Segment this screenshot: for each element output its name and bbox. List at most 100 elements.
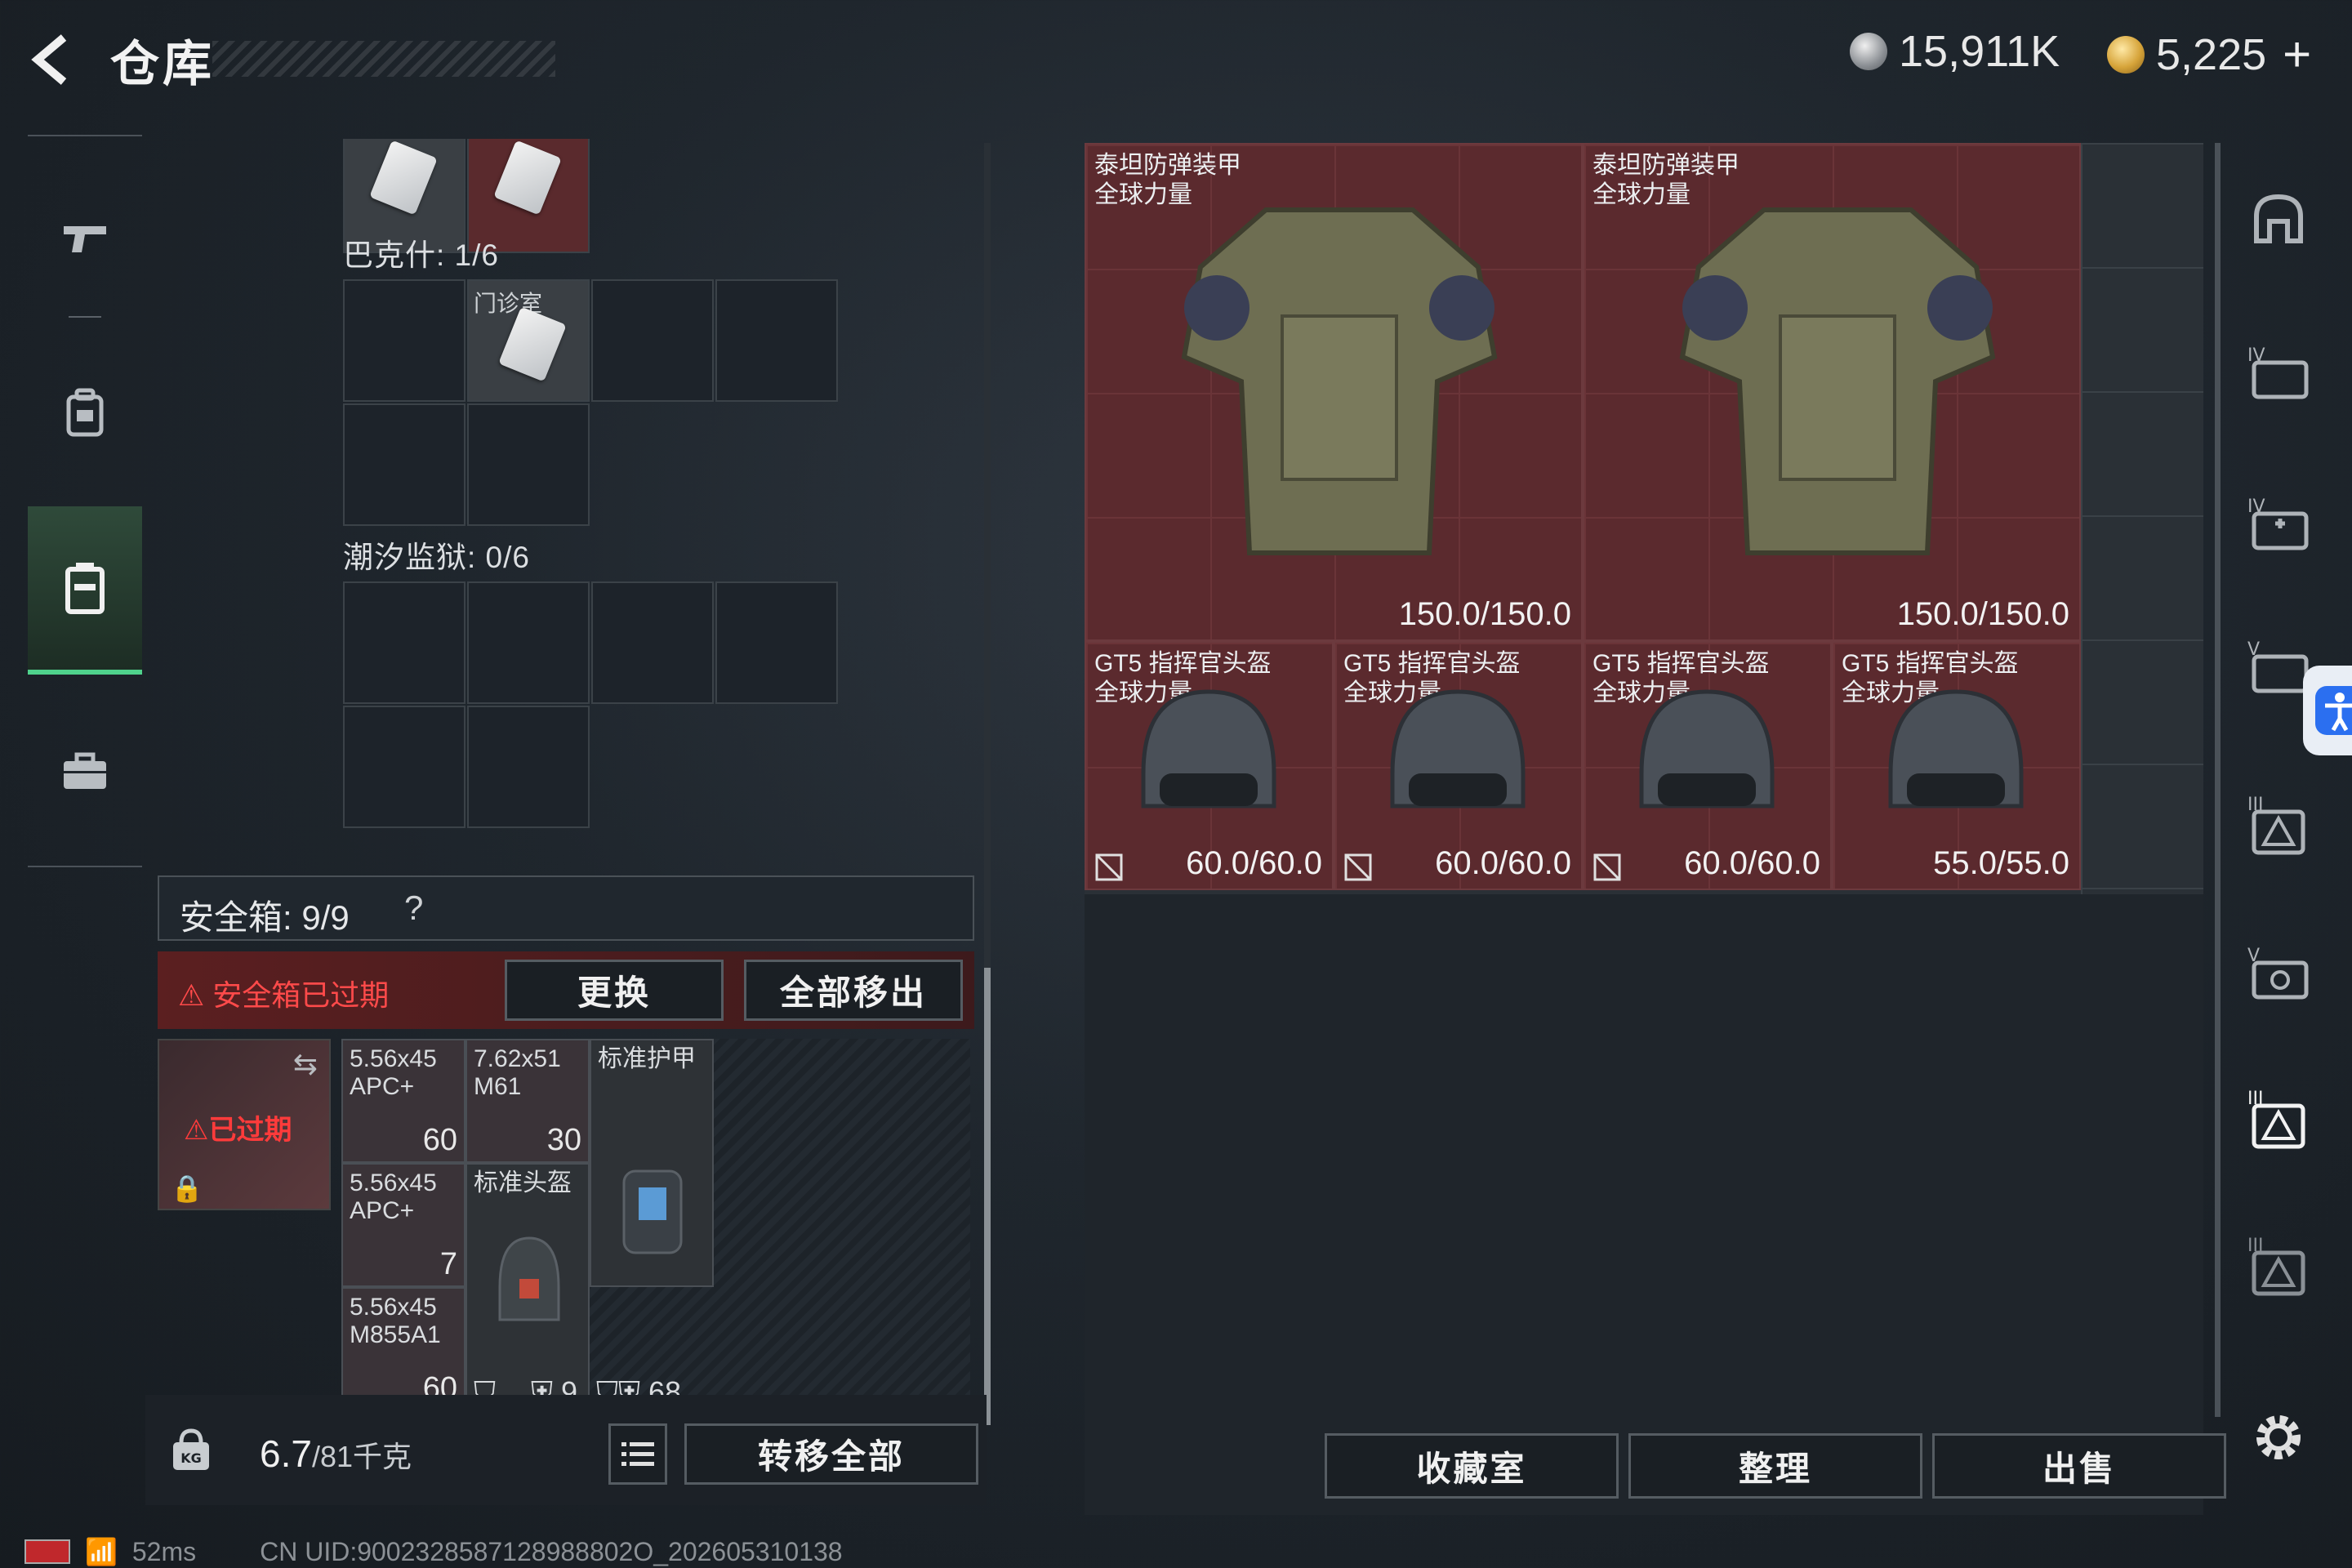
transfer-all-button[interactable]: 转移全部 [684, 1423, 978, 1485]
safebox-item-ammo[interactable]: 5.56x45 M855A1 60 [341, 1287, 466, 1411]
collection-button[interactable]: 收藏室 [1325, 1433, 1619, 1499]
swap-icon[interactable]: ⇆ [293, 1047, 318, 1081]
gear-item-armor[interactable]: 泰坦防弹装甲 全球力量 150.0/150.0 [1085, 143, 1583, 641]
title-decoration [212, 41, 555, 77]
accessibility-button[interactable] [2303, 666, 2352, 755]
gear-panel: 泰坦防弹装甲 全球力量 150.0/150.0 泰坦防弹装甲 全球力量 150.0/… [1085, 143, 2203, 894]
camera-tier5-icon[interactable]: V [2238, 931, 2319, 1013]
silver-coin-icon [1850, 33, 1887, 70]
accessibility-icon [2315, 686, 2352, 735]
nav-case[interactable] [28, 690, 142, 853]
item-durability: 150.0/150.0 [1398, 596, 1571, 632]
item-label: 5.56x45 APC+ [350, 1045, 437, 1100]
sell-button[interactable]: 出售 [1932, 1433, 2226, 1499]
nav-backpack[interactable] [28, 331, 142, 494]
helmet-icon [498, 1236, 560, 1321]
silver-amount: 15,911K [1899, 27, 2060, 76]
briefcase-icon [64, 752, 106, 789]
uid: CN UID:9002328587128988802O_202605310138 [260, 1536, 843, 1566]
safebox-item-helmet[interactable]: 标准头盔 [466, 1163, 590, 1411]
armor-tier3-icon[interactable]: III [2238, 784, 2319, 866]
helmet-slot-icon[interactable] [2238, 180, 2319, 261]
helmet-icon [1888, 689, 2024, 808]
gear-item-helmet[interactable]: GT5 指挥官头盔 全球力量 60.0/60.0 [1085, 641, 1334, 890]
back-arrow-icon [31, 34, 67, 85]
no-repair-icon [1344, 853, 1372, 881]
grid-cell[interactable] [343, 706, 466, 828]
safebox-grid: 5.56x45 APC+ 60 7.62x51 M61 30 标准护甲 5.56x4… [341, 1039, 970, 1413]
back-button[interactable] [24, 31, 82, 88]
nav-vest[interactable] [28, 506, 142, 675]
lock-icon: 🔒 [171, 1174, 203, 1203]
item-durability: 60.0/60.0 [1435, 845, 1571, 881]
safebox-item-ammo[interactable]: 5.56x45 APC+ 7 [341, 1163, 466, 1287]
grid-cell[interactable] [591, 279, 714, 402]
item-durability: 55.0/55.0 [1933, 845, 2069, 881]
left-nav [28, 135, 142, 870]
gold-coin-icon [2107, 35, 2145, 74]
settings-gear-icon[interactable] [2238, 1396, 2319, 1478]
gear-item-helmet[interactable]: GT5 指挥官头盔 全球力量 60.0/60.0 [1583, 641, 1832, 890]
helmet-icon [1141, 689, 1276, 808]
item-label: 标准护甲 [598, 1045, 696, 1072]
item-count: 7 [439, 1247, 457, 1281]
right-sidebar: IV IV V III V III III [2230, 163, 2328, 1470]
gold-amount: 5,225 [2156, 29, 2267, 79]
sort-button[interactable]: 整理 [1628, 1433, 1922, 1499]
gear-item-helmet[interactable]: GT5 指挥官头盔 全球力量 55.0/55.0 [1832, 641, 2081, 890]
pistol-icon [64, 226, 106, 252]
help-icon[interactable]: ? [404, 889, 423, 928]
safebox-title: 安全箱: 9/9 [180, 898, 350, 937]
keycard-icon [493, 140, 562, 216]
remove-all-button[interactable]: 全部移出 [744, 960, 963, 1021]
item-label: 5.56x45 APC+ [350, 1169, 437, 1224]
grid-cell[interactable] [591, 581, 714, 704]
item-label: 5.56x45 M855A1 [350, 1294, 441, 1348]
case-expired-label: ⚠已过期 [184, 1115, 292, 1146]
expired-notice: ⚠ 安全箱已过期 [178, 978, 390, 1012]
safebox-item-ammo[interactable]: 5.56x45 APC+ 60 [341, 1039, 466, 1163]
stash-cell-clinic-key[interactable]: 门诊室 [467, 279, 590, 402]
safebox-header: 安全箱: 9/9 ? [158, 875, 974, 941]
replace-button[interactable]: 更换 [505, 960, 724, 1021]
body-armor-icon [1181, 207, 1498, 555]
nav-weapons[interactable] [28, 155, 142, 318]
item-label: 标准头盔 [474, 1169, 572, 1196]
group-label-bakhsh: 巴克什: 1/6 [343, 238, 499, 272]
empty-grid[interactable] [2081, 143, 2203, 894]
keycard-icon [369, 140, 438, 216]
folder-tier4-icon[interactable]: IV [2238, 331, 2319, 412]
add-gold-button[interactable]: + [2283, 26, 2311, 82]
grid-cell[interactable] [467, 581, 590, 704]
no-repair-icon [1593, 853, 1621, 881]
medkit-tier4-icon[interactable]: IV [2238, 482, 2319, 564]
stash-scroll-thumb[interactable] [984, 968, 991, 1425]
grid-cell[interactable] [467, 706, 590, 828]
wifi-icon: 📶 [85, 1537, 118, 1566]
safebox-item-ammo[interactable]: 7.62x51 M61 30 [466, 1039, 590, 1163]
armor-tier3-alt-icon[interactable]: III [2238, 1225, 2319, 1307]
armor-tier3-active-icon[interactable]: III [2238, 1078, 2319, 1160]
gear-item-helmet[interactable]: GT5 指挥官头盔 全球力量 60.0/60.0 [1334, 641, 1583, 890]
gold-currency[interactable]: 5,225 + [2107, 26, 2311, 82]
grid-cell[interactable] [715, 279, 838, 402]
vest-icon [65, 563, 105, 614]
item-durability: 60.0/60.0 [1186, 845, 1322, 881]
page-title: 仓库 [110, 37, 215, 91]
grid-cell[interactable] [343, 279, 466, 402]
item-count: 60 [422, 1123, 457, 1157]
weight-icon: KG [173, 1428, 209, 1470]
gear-item-armor[interactable]: 泰坦防弹装甲 全球力量 150.0/150.0 [1583, 143, 2081, 641]
safebox-item-armor[interactable]: 标准护甲 [590, 1039, 714, 1287]
grid-cell[interactable] [343, 403, 466, 526]
svg-text:KG: KG [180, 1450, 202, 1466]
grid-cell[interactable] [343, 581, 466, 704]
grid-cell[interactable] [467, 403, 590, 526]
safebox-case[interactable]: ⚠已过期 ⇆ 🔒 [158, 1039, 331, 1210]
item-durability: 60.0/60.0 [1684, 845, 1820, 881]
list-view-button[interactable] [608, 1423, 667, 1485]
status-bar: 📶 52ms CN UID:9002328587128988802O_20260… [24, 1535, 843, 1568]
grid-cell[interactable] [715, 581, 838, 704]
item-count: 30 [546, 1123, 581, 1157]
gear-scrollbar[interactable] [2215, 143, 2221, 1417]
